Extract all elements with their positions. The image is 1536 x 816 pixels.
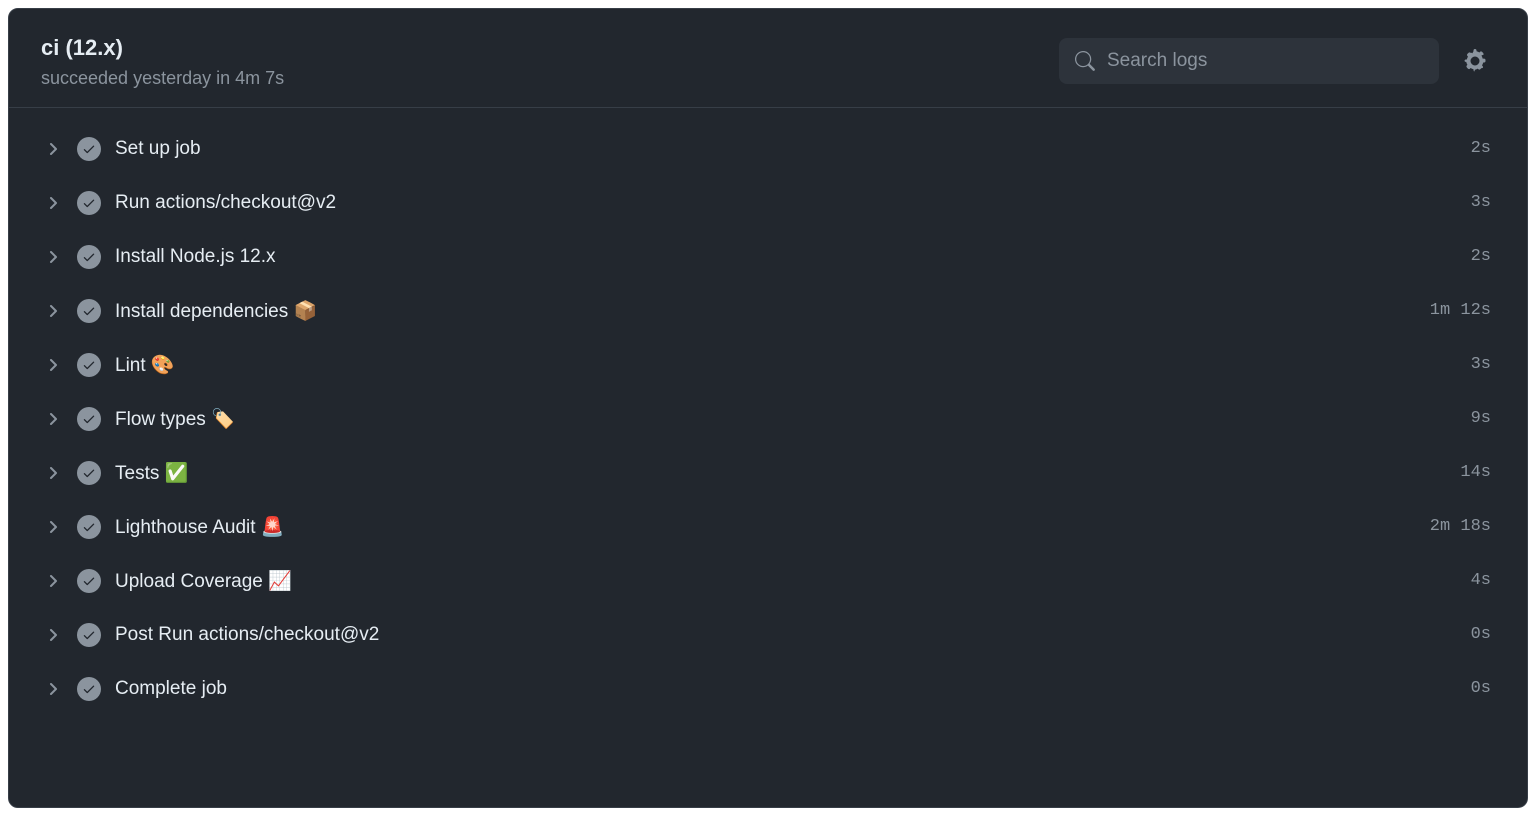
- job-log-panel: ci (12.x) succeeded yesterday in 4m 7s S…: [8, 8, 1528, 808]
- step-duration: 2s: [1471, 247, 1491, 266]
- step-row[interactable]: Post Run actions/checkout@v2 0s: [23, 608, 1513, 662]
- step-row[interactable]: Upload Coverage 📈 4s: [23, 554, 1513, 608]
- step-label: Complete job: [115, 678, 1457, 700]
- step-label: Set up job: [115, 138, 1457, 160]
- step-row[interactable]: Lighthouse Audit 🚨 2m 18s: [23, 500, 1513, 554]
- check-circle-icon: [77, 191, 101, 215]
- chevron-right-icon: [45, 356, 63, 374]
- step-row[interactable]: Run actions/checkout@v2 3s: [23, 176, 1513, 230]
- search-logs-field[interactable]: [1059, 38, 1439, 84]
- step-duration: 4s: [1471, 571, 1491, 590]
- chevron-right-icon: [45, 572, 63, 590]
- step-row[interactable]: Install dependencies 📦 1m 12s: [23, 284, 1513, 338]
- step-label: Tests ✅: [115, 461, 1446, 485]
- job-header: ci (12.x) succeeded yesterday in 4m 7s: [9, 9, 1527, 108]
- chevron-right-icon: [45, 410, 63, 428]
- step-duration: 3s: [1471, 193, 1491, 212]
- chevron-right-icon: [45, 248, 63, 266]
- step-row[interactable]: Lint 🎨 3s: [23, 338, 1513, 392]
- step-duration: 2s: [1471, 139, 1491, 158]
- check-circle-icon: [77, 623, 101, 647]
- check-circle-icon: [77, 353, 101, 377]
- check-circle-icon: [77, 299, 101, 323]
- step-label: Install dependencies 📦: [115, 299, 1416, 323]
- settings-button[interactable]: [1455, 41, 1495, 81]
- check-circle-icon: [77, 245, 101, 269]
- step-duration: 3s: [1471, 355, 1491, 374]
- step-row[interactable]: Set up job 2s: [23, 122, 1513, 176]
- step-duration: 14s: [1460, 463, 1491, 482]
- chevron-right-icon: [45, 140, 63, 158]
- step-label: Post Run actions/checkout@v2: [115, 624, 1457, 646]
- step-duration: 9s: [1471, 409, 1491, 428]
- step-label: Lighthouse Audit 🚨: [115, 515, 1416, 539]
- step-row[interactable]: Install Node.js 12.x 2s: [23, 230, 1513, 284]
- step-label: Upload Coverage 📈: [115, 569, 1457, 593]
- step-label: Install Node.js 12.x: [115, 246, 1457, 268]
- chevron-right-icon: [45, 464, 63, 482]
- check-circle-icon: [77, 677, 101, 701]
- step-duration: 0s: [1471, 679, 1491, 698]
- gear-icon: [1463, 49, 1487, 73]
- check-circle-icon: [77, 515, 101, 539]
- check-circle-icon: [77, 461, 101, 485]
- check-circle-icon: [77, 137, 101, 161]
- job-subtitle: succeeded yesterday in 4m 7s: [41, 68, 1043, 89]
- step-duration: 1m 12s: [1430, 301, 1491, 320]
- chevron-right-icon: [45, 518, 63, 536]
- chevron-right-icon: [45, 302, 63, 320]
- chevron-right-icon: [45, 680, 63, 698]
- check-circle-icon: [77, 569, 101, 593]
- step-duration: 2m 18s: [1430, 517, 1491, 536]
- search-icon: [1075, 51, 1095, 71]
- steps-list: Set up job 2s Run actions/checkout@v2 3s Ins…: [9, 108, 1527, 807]
- job-title: ci (12.x): [41, 33, 1043, 64]
- step-duration: 0s: [1471, 625, 1491, 644]
- header-titles: ci (12.x) succeeded yesterday in 4m 7s: [41, 33, 1043, 89]
- chevron-right-icon: [45, 194, 63, 212]
- check-circle-icon: [77, 407, 101, 431]
- search-input[interactable]: [1107, 50, 1423, 72]
- chevron-right-icon: [45, 626, 63, 644]
- step-label: Run actions/checkout@v2: [115, 192, 1457, 214]
- step-row[interactable]: Complete job 0s: [23, 662, 1513, 716]
- step-label: Flow types 🏷️: [115, 407, 1457, 431]
- step-row[interactable]: Flow types 🏷️ 9s: [23, 392, 1513, 446]
- step-label: Lint 🎨: [115, 353, 1457, 377]
- step-row[interactable]: Tests ✅ 14s: [23, 446, 1513, 500]
